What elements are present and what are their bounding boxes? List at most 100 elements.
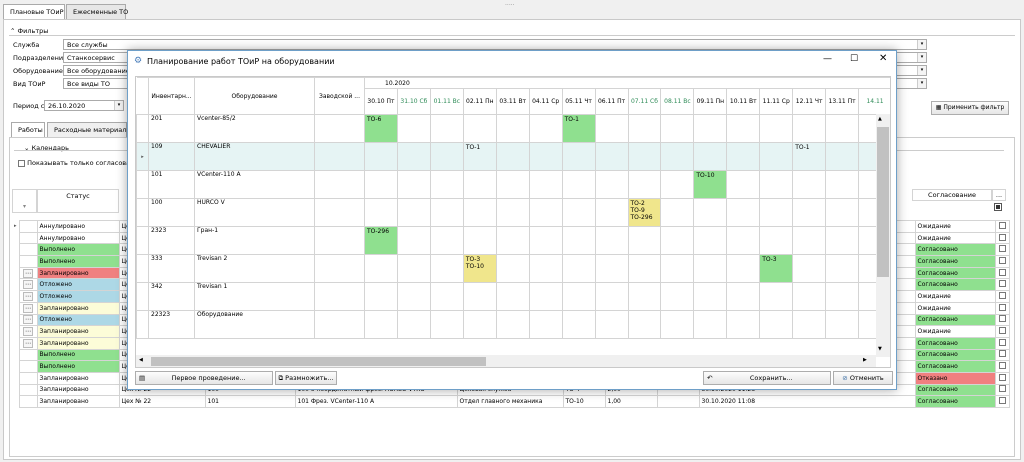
row-menu-button[interactable] [18,383,38,397]
checkbox-box[interactable] [998,397,1006,405]
day-cell[interactable] [594,282,629,311]
day-cell[interactable] [429,282,464,311]
day-cell[interactable] [561,282,596,311]
select-all-checkbox[interactable] [994,203,1002,211]
row-menu-button[interactable]: ⋯ [18,290,38,303]
day-cell[interactable] [660,254,695,283]
schedule-row[interactable]: 2323 Гран-1 ТО-296 [136,226,890,255]
row-menu-button[interactable] [18,243,38,257]
day-cell[interactable] [495,142,530,171]
day-cell[interactable] [693,142,728,171]
multiply-button[interactable]: ⧉ Размножить... [275,371,337,385]
row-menu-button[interactable]: ⋯ [18,278,38,292]
day-header[interactable]: 05.11 Чт [561,88,596,115]
ellipsis-icon[interactable]: ⋯ [23,315,33,325]
day-cell[interactable] [364,142,398,171]
day-cell[interactable] [660,114,695,143]
day-cell[interactable] [660,170,695,199]
day-cell[interactable] [660,198,695,227]
day-cell[interactable] [627,282,662,311]
row-checkbox[interactable] [994,371,1010,385]
day-cell[interactable] [726,114,761,143]
schedule-row[interactable]: 22323 Оборудование [136,310,890,339]
day-header[interactable]: 04.11 Ср [528,88,563,115]
day-cell[interactable] [429,142,464,171]
row-checkbox[interactable] [994,383,1010,397]
day-cell[interactable] [726,170,761,199]
maintenance-event[interactable]: ТО-10 [693,170,728,199]
day-cell[interactable] [561,226,596,255]
day-cell[interactable] [561,198,596,227]
day-header[interactable]: 02.11 Пн [462,88,497,115]
row-menu-button[interactable] [18,371,38,385]
day-cell[interactable] [693,254,728,283]
day-cell[interactable] [429,254,464,283]
day-cell[interactable] [429,198,464,227]
filters-header[interactable]: ⌃ Фильтры [10,27,48,35]
schedule-row[interactable]: ▸ 109 CHEVALIER ТО-1 ТО-1 [136,142,890,171]
checkbox-box[interactable] [998,315,1006,323]
maintenance-event[interactable]: ТО-1 [792,142,827,171]
row-checkbox[interactable] [994,266,1010,280]
day-cell[interactable] [495,254,530,283]
day-cell[interactable] [364,170,398,199]
day-cell[interactable] [726,254,761,283]
row-menu-button[interactable]: ⋯ [18,313,38,327]
row-menu-button[interactable]: ⋯ [18,336,38,350]
only-agreed-checkbox[interactable]: Показывать только согласова [18,159,130,167]
day-cell[interactable] [364,282,398,311]
day-cell[interactable] [429,114,464,143]
schedule-row[interactable]: 100 HURCO V ТО-2 ТО-9 ТО-296 [136,198,890,227]
col-serial[interactable]: Заводской ... [314,77,365,115]
scroll-up-icon[interactable]: ▲ [878,116,882,122]
dropdown-arrow-icon[interactable]: ▾ [917,66,926,75]
col-more[interactable]: ... [992,189,1006,201]
day-cell[interactable] [528,142,563,171]
day-cell[interactable] [792,170,827,199]
schedule-row[interactable]: 201 Vcenter-85/2 ТО-6 ТО-1 [136,114,890,143]
minimize-icon[interactable]: — [823,54,832,64]
day-cell[interactable] [396,170,431,199]
day-cell[interactable] [660,226,695,255]
day-cell[interactable] [660,310,695,339]
day-cell[interactable] [561,254,596,283]
day-cell[interactable] [759,170,794,199]
checkbox-box[interactable] [998,373,1006,381]
day-cell[interactable] [660,282,695,311]
day-cell[interactable] [825,114,860,143]
day-cell[interactable] [693,198,728,227]
day-cell[interactable] [825,170,860,199]
ellipsis-icon[interactable]: ⋯ [23,291,33,301]
save-button[interactable]: ↶ Сохранить... [703,371,831,385]
day-cell[interactable] [396,226,431,255]
day-cell[interactable] [627,142,662,171]
day-cell[interactable] [792,198,827,227]
day-cell[interactable] [759,198,794,227]
day-cell[interactable] [429,310,464,339]
day-cell[interactable] [462,310,497,339]
dropdown-arrow-icon[interactable]: ▾ [917,79,926,88]
day-cell[interactable] [462,170,497,199]
day-cell[interactable] [528,170,563,199]
day-cell[interactable] [825,226,860,255]
day-cell[interactable] [462,282,497,311]
day-cell[interactable] [495,170,530,199]
scroll-down-icon[interactable]: ▼ [878,346,882,352]
close-icon[interactable]: ✕ [879,53,887,64]
day-cell[interactable] [726,198,761,227]
day-cell[interactable] [660,142,695,171]
day-cell[interactable] [693,114,728,143]
day-cell[interactable] [759,142,794,171]
table-row[interactable]: Запланировано Цех № 22 101 101 Фрез. VCe… [12,395,1010,408]
day-cell[interactable] [528,254,563,283]
day-cell[interactable] [825,254,860,283]
row-checkbox[interactable] [994,290,1010,303]
ellipsis-icon[interactable]: ⋯ [23,303,33,313]
day-cell[interactable] [792,226,827,255]
day-cell[interactable] [396,254,431,283]
day-cell[interactable] [495,198,530,227]
day-header[interactable]: 09.11 Пн [693,88,728,115]
day-cell[interactable] [561,142,596,171]
vscroll-thumb[interactable] [877,127,889,277]
day-header[interactable]: 30.10 Пт [364,88,398,115]
